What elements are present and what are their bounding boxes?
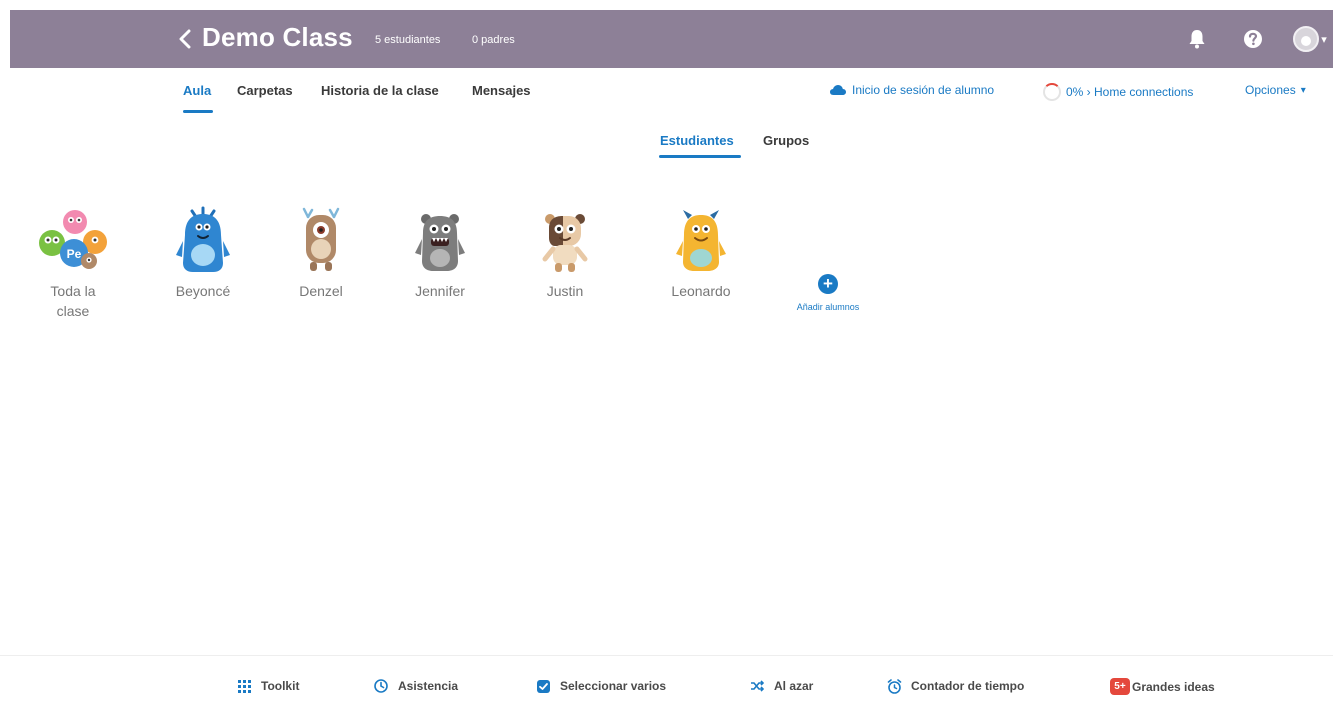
student-login-link[interactable]: Inicio de sesión de alumno (829, 83, 994, 97)
attendance-button[interactable]: Asistencia (373, 678, 458, 694)
home-connections-label: 0% › Home connections (1066, 85, 1194, 99)
student-name: Justin (546, 283, 584, 299)
checkbox-icon (535, 678, 551, 694)
random-label: Al azar (774, 679, 814, 693)
help-button[interactable] (1239, 25, 1267, 53)
tab-carpetas[interactable]: Carpetas (237, 83, 293, 98)
tab-historia[interactable]: Historia de la clase (321, 83, 439, 98)
student-name: Leonardo (671, 283, 731, 299)
yellow-monster-icon (676, 210, 726, 271)
avatar (1293, 26, 1320, 52)
plus-icon: + (818, 274, 838, 294)
caret-down-icon: ▾ (1300, 84, 1306, 96)
select-multiple-label: Seleccionar varios (560, 679, 667, 693)
toolkit-button[interactable]: Toolkit (236, 678, 299, 694)
select-multiple-button[interactable]: Seleccionar varios (535, 678, 666, 694)
student-card-whole-class[interactable]: Pe Toda la clase (20, 197, 126, 339)
tab-mensajes[interactable]: Mensajes (472, 83, 531, 98)
bell-icon (1189, 30, 1205, 49)
class-header: Demo Class 5 estudiantes 0 padres ▾ (10, 10, 1333, 68)
clock-icon (373, 678, 389, 694)
student-name: Toda la clase (50, 283, 96, 319)
student-name: Beyoncé (175, 283, 231, 299)
student-card-denzel[interactable]: Denzel (268, 197, 374, 339)
attendance-label: Asistencia (398, 679, 459, 693)
chevron-left-icon (179, 29, 191, 49)
blue-monster-icon (176, 206, 230, 272)
student-card-beyonce[interactable]: Beyoncé (150, 197, 256, 339)
progress-ring-icon (1043, 83, 1061, 101)
big-ideas-icon: 5+ (1110, 678, 1130, 695)
student-card-leonardo[interactable]: Leonardo (648, 197, 754, 339)
whole-class-monsters-icon: Pe (39, 210, 107, 269)
subtab-estudiantes[interactable]: Estudiantes (660, 133, 734, 148)
active-subtab-indicator (659, 155, 741, 158)
cloud-icon (830, 85, 846, 95)
add-students-button[interactable]: + Añadir alumnos (778, 255, 878, 339)
timer-label: Contador de tiempo (911, 679, 1025, 693)
alarm-icon (886, 678, 902, 694)
students-count: 5 estudiantes (375, 34, 441, 46)
student-card-justin[interactable]: Justin (512, 197, 618, 339)
class-title: Demo Class (202, 22, 353, 52)
toolkit-label: Toolkit (261, 679, 300, 693)
big-ideas-label: Grandes ideas (1132, 679, 1215, 694)
timer-button[interactable]: Contador de tiempo (886, 678, 1024, 694)
student-name: Denzel (299, 283, 343, 299)
home-connections-link[interactable]: 0% › Home connections (1043, 83, 1193, 101)
grid-icon (236, 678, 252, 694)
profile-menu-button[interactable]: ▾ (1290, 23, 1330, 55)
help-icon (1244, 30, 1262, 48)
subtab-grupos[interactable]: Grupos (763, 133, 809, 148)
parents-count: 0 padres (472, 34, 515, 46)
notifications-button[interactable] (1183, 25, 1211, 53)
student-name: Jennifer (415, 283, 465, 299)
tab-aula[interactable]: Aula (183, 83, 211, 98)
gray-monster-icon (415, 214, 465, 271)
add-students-label: Añadir alumnos (796, 302, 860, 312)
back-button[interactable] (170, 24, 200, 54)
shuffle-icon (749, 678, 765, 694)
svg-text:Pe: Pe (67, 247, 82, 261)
student-login-label: Inicio de sesión de alumno (852, 83, 995, 97)
options-menu[interactable]: Opciones ▾ (1245, 83, 1306, 97)
active-tab-indicator (183, 110, 213, 113)
patched-monster-icon (542, 214, 588, 272)
options-label: Opciones (1245, 83, 1296, 97)
random-button[interactable]: Al azar (749, 678, 813, 694)
bottom-toolbar: Toolkit Asistencia Seleccionar varios Al… (0, 655, 1333, 711)
big-ideas-button[interactable]: 5+ Grandes ideas (1110, 678, 1215, 695)
brown-one-eyed-monster-icon (302, 207, 340, 271)
student-card-jennifer[interactable]: Jennifer (387, 197, 493, 339)
caret-down-icon: ▾ (1321, 33, 1327, 46)
